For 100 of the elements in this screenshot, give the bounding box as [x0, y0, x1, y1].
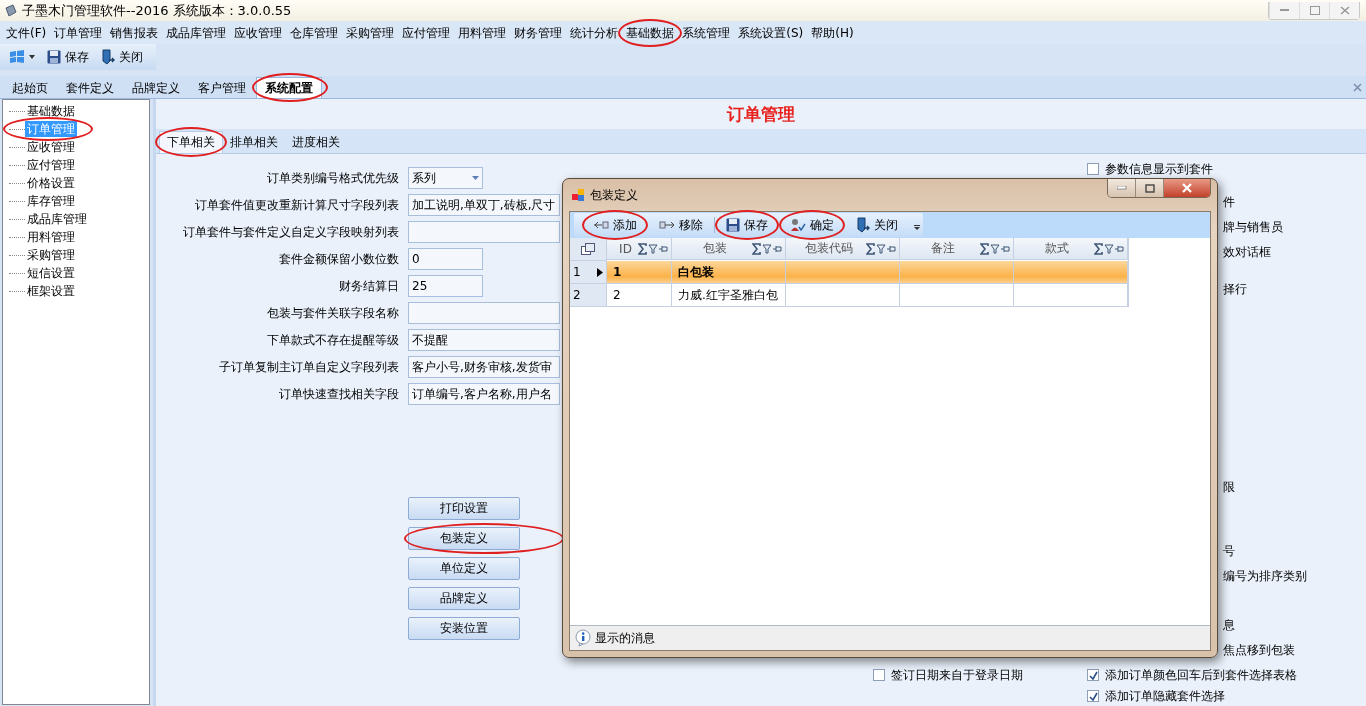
dropdown[interactable]: 系列 [408, 167, 483, 189]
tree-item[interactable]: 框架设置 [25, 283, 77, 299]
menu-item[interactable]: 订单管理 [50, 22, 107, 43]
remove-button[interactable]: 移除 [652, 214, 710, 236]
tree-item[interactable]: 用料管理 [25, 229, 77, 245]
tree-item[interactable]: 采购管理 [25, 247, 77, 263]
add-button[interactable]: 添加 [586, 214, 644, 236]
filter-icon[interactable] [648, 244, 658, 253]
tab[interactable]: 进度相关 [285, 132, 347, 153]
tree-item[interactable]: 应付管理 [25, 157, 77, 173]
info-icon [574, 629, 592, 647]
checkbox-label: 签订日期来自于登录日期 [891, 666, 1023, 684]
tab[interactable]: 品牌定义 [124, 78, 188, 98]
column-header[interactable]: 包装 [672, 238, 786, 260]
menu-item[interactable]: 统计分析 [566, 22, 623, 43]
filter-icon[interactable] [1104, 244, 1114, 253]
checkbox[interactable] [873, 669, 885, 681]
tree-item[interactable]: 基础数据 [25, 103, 77, 119]
input-field[interactable]: 客户小号,财务审核,发货审 [408, 356, 560, 378]
page-title: 订单管理 [727, 102, 795, 126]
checkbox[interactable] [1087, 690, 1099, 702]
window-title: 子墨木门管理软件--2016 系统版本：3.0.0.55 [22, 1, 292, 20]
close-icon[interactable] [1353, 82, 1362, 92]
sum-icon[interactable] [638, 242, 647, 255]
input-field[interactable] [408, 302, 560, 324]
filter-icon[interactable] [990, 244, 1000, 253]
row-header[interactable]: 1 [570, 261, 607, 284]
filter-icon[interactable] [876, 244, 886, 253]
menu-item[interactable]: 应收管理 [230, 22, 287, 43]
menu-item[interactable]: 应付管理 [398, 22, 455, 43]
checkbox-label: 添加订单隐藏套件选择 [1105, 687, 1225, 705]
checkbox[interactable] [1087, 163, 1099, 175]
floppy-icon [726, 218, 740, 232]
column-header[interactable]: ID [607, 238, 672, 260]
menu-item[interactable]: 采购管理 [342, 22, 399, 43]
row-pointer-icon [597, 267, 603, 277]
save-button[interactable]: 保存 [44, 46, 92, 68]
settings-button[interactable]: 包装定义 [408, 527, 520, 550]
input-field[interactable]: 0 [408, 248, 483, 270]
column-header[interactable]: 包装代码 [786, 238, 900, 260]
close-button[interactable]: 关闭 [98, 46, 146, 68]
close-button[interactable]: 关闭 [849, 214, 905, 236]
filter-icon[interactable] [762, 244, 772, 253]
tree-item[interactable]: 成品库管理 [25, 211, 89, 227]
arrow-icon [659, 220, 675, 230]
checkbox-label: 添加订单颜色回车后到套件选择表格 [1105, 666, 1297, 684]
row-header[interactable]: 2 [570, 284, 607, 307]
sum-icon[interactable] [752, 242, 761, 255]
pin-icon[interactable] [886, 245, 896, 252]
pin-icon[interactable] [658, 245, 668, 252]
field-label: 订单套件与套件定义自定义字段映射列表 [182, 223, 400, 241]
settings-button[interactable]: 品牌定义 [408, 587, 520, 610]
sum-icon[interactable] [866, 242, 875, 255]
input-field[interactable] [408, 221, 560, 243]
tree-item[interactable]: 库存管理 [25, 193, 77, 209]
input-field[interactable]: 订单编号,客户名称,用户名 [408, 383, 560, 405]
input-field[interactable]: 加工说明,单双丁,砖板,尺寸 [408, 194, 560, 216]
tab[interactable]: 系统配置 [256, 77, 322, 98]
pin-icon[interactable] [772, 245, 782, 252]
pin-icon[interactable] [1114, 245, 1124, 252]
tab[interactable]: 排单相关 [223, 132, 285, 153]
tab[interactable]: 套件定义 [58, 78, 122, 98]
column-header[interactable]: 备注 [900, 238, 1014, 260]
confirm-button[interactable]: 确定 [783, 214, 841, 236]
input-field[interactable]: 25 [408, 275, 483, 297]
table-cell: 1 [607, 261, 672, 284]
field-label: 订单套件值更改重新计算尺寸字段列表 [194, 196, 400, 214]
close-button[interactable] [1164, 179, 1210, 197]
sum-icon[interactable] [1094, 242, 1103, 255]
tree-item[interactable]: 价格设置 [25, 175, 77, 191]
menu-item[interactable]: 系统设置(S) [734, 22, 808, 43]
menu-item[interactable]: 系统管理 [678, 22, 735, 43]
menu-item[interactable]: 成品库管理 [162, 22, 231, 43]
grid-icon[interactable] [581, 243, 595, 255]
menu-item[interactable]: 基础数据 [622, 22, 679, 43]
menu-item[interactable]: 销售报表 [106, 22, 163, 43]
settings-button[interactable]: 安装位置 [408, 617, 520, 640]
sum-icon[interactable] [980, 242, 989, 255]
menu-item[interactable]: 仓库管理 [286, 22, 343, 43]
tab[interactable]: 下单相关 [159, 131, 223, 153]
settings-button[interactable]: 单位定义 [408, 557, 520, 580]
menu-item[interactable]: 帮助(H) [807, 22, 858, 43]
tree-item[interactable]: 应收管理 [25, 139, 77, 155]
save-button[interactable]: 保存 [719, 214, 775, 236]
app-icon [4, 3, 18, 18]
column-header[interactable]: 款式 [1014, 238, 1128, 260]
settings-button[interactable]: 打印设置 [408, 497, 520, 520]
menu-item[interactable]: 财务管理 [510, 22, 567, 43]
maximize-button[interactable] [1136, 179, 1164, 197]
tree-item[interactable]: 短信设置 [25, 265, 77, 281]
menu-item[interactable]: 文件(F) [2, 22, 51, 43]
close-button[interactable] [1329, 1, 1359, 19]
pin-icon[interactable] [1000, 245, 1010, 252]
minimize-button[interactable] [1108, 179, 1136, 197]
tab[interactable]: 起始页 [4, 78, 56, 98]
checkbox[interactable] [1087, 669, 1099, 681]
close-icon [1339, 5, 1350, 15]
menu-item[interactable]: 用料管理 [454, 22, 511, 43]
tab[interactable]: 客户管理 [190, 78, 254, 98]
input-field[interactable]: 不提醒 [408, 329, 560, 351]
